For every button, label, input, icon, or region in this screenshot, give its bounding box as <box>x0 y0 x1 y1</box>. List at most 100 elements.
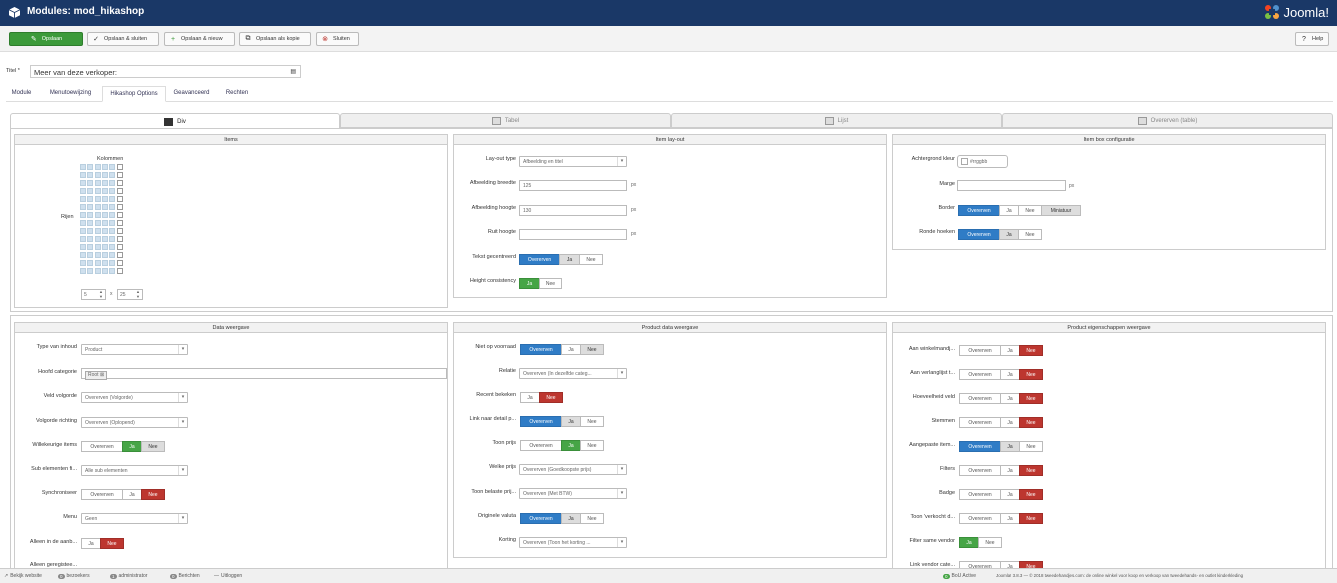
property-option-no[interactable]: Nee <box>1019 513 1043 524</box>
save-close-button[interactable]: ✓ Opslaan & sluiten <box>87 32 159 46</box>
rows-spinner[interactable]: 25 ▲ ▼ <box>117 289 143 300</box>
grid-cell[interactable] <box>80 268 86 274</box>
columns-spinner[interactable]: 5 ▲ ▼ <box>81 289 106 300</box>
pane-height-input[interactable] <box>519 229 627 240</box>
grid-cell[interactable] <box>94 220 101 226</box>
help-button[interactable]: ? Help <box>1295 32 1329 46</box>
grid-cell[interactable] <box>109 268 116 274</box>
grid-cell[interactable] <box>101 220 108 226</box>
save-copy-button[interactable]: ⧉ Opslaan als kopie <box>239 32 311 46</box>
grid-cell[interactable] <box>94 164 101 170</box>
price-yes[interactable]: Ja <box>561 440 581 451</box>
grid-cell[interactable] <box>80 252 86 258</box>
property-option-inherit[interactable]: Overerven <box>959 417 1001 428</box>
property-option-yes[interactable]: Ja <box>1000 345 1020 356</box>
height-consistency-yes[interactable]: Ja <box>519 278 540 289</box>
stock-inherit[interactable]: Overerven <box>520 344 562 355</box>
grid-cell[interactable] <box>109 180 116 186</box>
order-direction-select[interactable]: Overerven (Oplopend) ▾ <box>81 417 188 428</box>
currency-yes[interactable]: Ja <box>561 513 581 524</box>
tab-advanced[interactable]: Geavanceerd <box>169 86 214 102</box>
grid-cell[interactable] <box>109 244 116 250</box>
grid-checkbox[interactable] <box>116 236 123 242</box>
content-type-select[interactable]: Product ▾ <box>81 344 188 355</box>
random-yes[interactable]: Ja <box>122 441 142 452</box>
grid-checkbox[interactable] <box>116 244 123 250</box>
sync-no[interactable]: Nee <box>141 489 165 500</box>
spinner-arrows-icon[interactable]: ▲ ▼ <box>136 289 140 299</box>
border-miniature[interactable]: Miniatuur <box>1041 205 1081 216</box>
grid-checkbox[interactable] <box>116 188 123 194</box>
grid-checkbox[interactable] <box>116 228 123 234</box>
recent-no[interactable]: Nee <box>539 392 563 403</box>
view-site-link[interactable]: ↗ Bekijk website <box>4 573 42 579</box>
grid-cell[interactable] <box>101 196 108 202</box>
grid-cell[interactable] <box>101 260 108 266</box>
grid-cell[interactable] <box>87 260 94 266</box>
grid-cell[interactable] <box>101 252 108 258</box>
taxed-price-select[interactable]: Overerven (Met BTW) ▾ <box>519 488 627 499</box>
grid-cell[interactable] <box>87 188 94 194</box>
text-center-inherit[interactable]: Overerven <box>519 254 560 265</box>
grid-cell[interactable] <box>94 268 101 274</box>
random-no[interactable]: Nee <box>141 441 165 452</box>
grid-cell[interactable] <box>80 188 86 194</box>
grid-cell[interactable] <box>94 244 101 250</box>
grid-cell[interactable] <box>109 212 116 218</box>
grid-cell[interactable] <box>87 212 94 218</box>
save-button[interactable]: ✎ Opslaan <box>9 32 83 46</box>
property-option-yes[interactable]: Ja <box>1000 393 1020 404</box>
messages-link[interactable]: 0 Berichten <box>170 573 200 579</box>
grid-cell[interactable] <box>94 180 101 186</box>
remove-tag-icon[interactable]: ⊠ <box>100 372 104 378</box>
property-option-yes[interactable]: Ja <box>1000 489 1020 500</box>
grid-cell[interactable] <box>80 220 86 226</box>
grid-cell[interactable] <box>87 204 94 210</box>
property-option-yes[interactable]: Ja <box>1000 369 1020 380</box>
border-no[interactable]: Nee <box>1018 205 1042 216</box>
grid-cell[interactable] <box>87 220 94 226</box>
save-new-button[interactable]: + Opslaan & nieuw <box>164 32 235 46</box>
grid-cell[interactable] <box>94 260 101 266</box>
property-option-inherit[interactable]: Overerven <box>959 369 1001 380</box>
subtab-table[interactable]: Tabel <box>340 113 671 128</box>
grid-cell[interactable] <box>94 204 101 210</box>
text-center-yes[interactable]: Ja <box>559 254 580 265</box>
property-option-inherit[interactable]: Overerven <box>959 345 1001 356</box>
layout-type-select[interactable]: Afbeelding en titel ▾ <box>519 156 627 167</box>
tab-permissions[interactable]: Rechten <box>220 86 254 102</box>
recent-yes[interactable]: Ja <box>520 392 540 403</box>
grid-cell[interactable] <box>109 204 116 210</box>
grid-checkbox[interactable] <box>116 260 123 266</box>
grid-cell[interactable] <box>94 236 101 242</box>
border-inherit[interactable]: Overerven <box>958 205 1000 216</box>
grid-cell[interactable] <box>109 260 116 266</box>
link-yes[interactable]: Ja <box>561 416 581 427</box>
grid-cell[interactable] <box>109 172 116 178</box>
grid-cell[interactable] <box>80 164 86 170</box>
property-option-inherit[interactable]: Overerven <box>959 513 1001 524</box>
property-option-yes[interactable]: Ja <box>1000 441 1020 452</box>
subtab-list[interactable]: Lijst <box>671 113 1002 128</box>
property-option-inherit[interactable]: Overerven <box>959 465 1001 476</box>
property-option-inherit[interactable]: Overerven <box>959 441 1001 452</box>
grid-cell[interactable] <box>87 164 94 170</box>
order-field-select[interactable]: Overerven (Volgorde) ▾ <box>81 392 188 403</box>
grid-cell[interactable] <box>101 212 108 218</box>
stock-yes[interactable]: Ja <box>561 344 581 355</box>
link-inherit[interactable]: Overerven <box>520 416 562 427</box>
grid-cell[interactable] <box>87 196 94 202</box>
menu-select[interactable]: Geen ▾ <box>81 513 188 524</box>
currency-no[interactable]: Nee <box>580 513 604 524</box>
grid-cell[interactable] <box>80 172 86 178</box>
grid-cell[interactable] <box>87 268 94 274</box>
color-swatch-icon[interactable] <box>961 158 968 165</box>
property-option-no[interactable]: Nee <box>1019 489 1043 500</box>
main-category-input[interactable]: Root ⊠ <box>81 368 447 380</box>
grid-cell[interactable] <box>80 244 86 250</box>
grid-cell[interactable] <box>109 188 116 194</box>
grid-cell[interactable] <box>101 268 108 274</box>
margin-input[interactable] <box>957 180 1066 191</box>
grid-cell[interactable] <box>94 252 101 258</box>
border-yes[interactable]: Ja <box>999 205 1019 216</box>
